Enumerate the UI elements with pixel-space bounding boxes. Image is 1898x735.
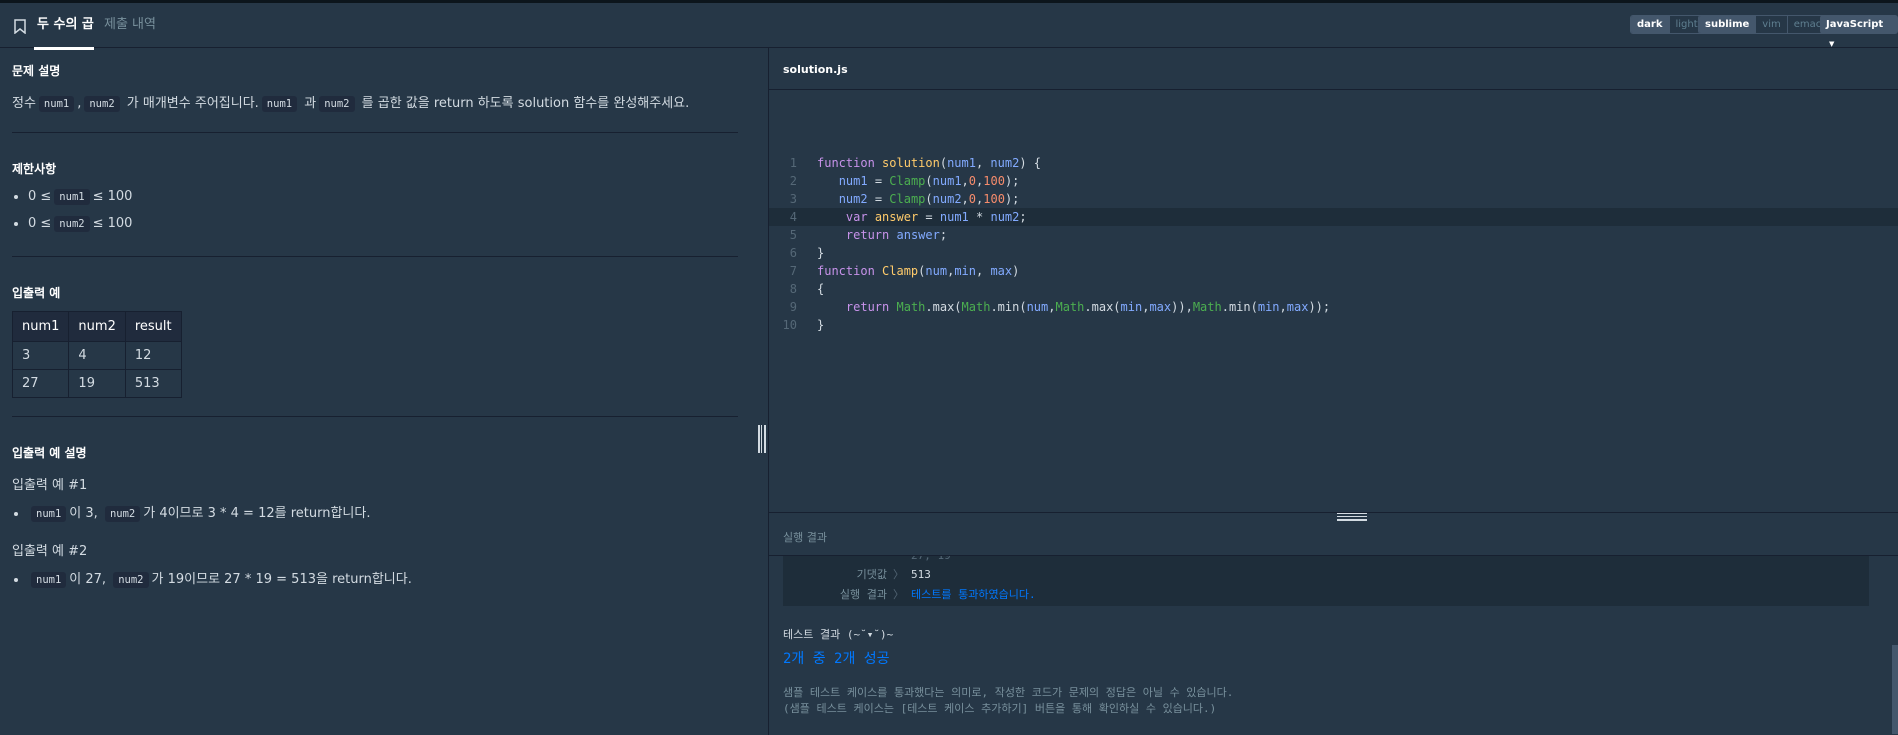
result-note: 샘플 테스트 케이스를 통과했다는 의미로, 작성한 코드가 문제의 정답은 아… [783,686,1234,699]
list-item: num1이 3, num2가 4이므로 3 * 4 = 12를 return합니… [28,503,370,530]
table-row: 3 4 12 [11,341,182,370]
test-case-box: 27, 19 기댓값 〉 513 실행 결과 〉 테스트를 통과하였습니다. [783,556,1869,606]
case-row-result: 실행 결과 〉 테스트를 통과하였습니다. [839,588,1036,601]
table-header-cell: num2 [68,311,126,342]
theme-toggle: dark light [1630,15,1705,34]
table-header-row: num1 num2 result [11,311,182,342]
io-table: num1 num2 result 3 4 12 27 19 513 [11,311,182,398]
section-title-io: 입출력 예 [12,286,61,300]
case-row: 27, 19 [783,556,1283,565]
tab-submissions[interactable]: 제출 내역 [104,15,156,35]
section-title-description: 문제 설명 [12,64,61,78]
table-header-cell: num1 [11,311,70,342]
keymap-vim-button[interactable]: vim [1756,16,1788,33]
code-line[interactable]: 7 function Clamp(num,min, max) [769,262,1898,280]
vertical-resize-handle[interactable] [758,425,766,453]
divider [12,256,738,257]
result-title: 실행 결과 [783,531,827,544]
top-bar: 두 수의 곱 제출 내역 dark light sublime vim emac… [0,0,1898,50]
caret-down-icon: ▼ [1829,40,1835,48]
section-title-io-explain: 입출력 예 설명 [12,446,87,460]
list-item: 0 ≤num2≤ 100 [28,213,132,240]
code-line[interactable]: 9 return Math.max(Math.min(num,Math.max(… [769,298,1898,316]
problem-description: 정수 num1, num2 가 매개변수 주어집니다. num1 과 num2 를 곱한… [12,96,690,112]
test-summary: 2개 중 2개 성공 [783,651,890,667]
table-header-cell: result [124,311,182,342]
case-row-expected: 기댓값 〉 513 [856,568,931,581]
result-note: (샘플 테스트 케이스는 [테스트 케이스 추가하기] 버튼을 통해 확인하실 … [783,702,1217,715]
table-cell: 12 [124,341,182,370]
keymap-toggle: sublime vim emacs [1698,15,1834,34]
table-cell: 27 [11,369,70,398]
code-line[interactable]: 10} [769,316,1898,334]
result-scrollbar[interactable] [1892,645,1898,734]
file-name: solution.js [783,63,848,76]
example-list: num1이 3, num2가 4이므로 3 * 4 = 12를 return합니… [12,503,370,530]
divider [12,132,738,133]
example-label: 입출력 예 #1 [12,478,88,493]
table-cell: 3 [11,341,70,370]
code-editor[interactable]: 1 function solution(num1, num2) { 2 num1 … [769,90,1898,512]
example-label: 입출력 예 #2 [12,544,88,559]
result-output: 27, 19 기댓값 〉 513 실행 결과 〉 테스트를 통과하였습니다. 테… [769,556,1898,735]
table-cell: 19 [68,369,126,398]
table-row: 27 19 513 [11,369,182,398]
code-line[interactable]: 8{ [769,280,1898,298]
editor-panel: solution.js 1 function solution(num1, num… [768,48,1898,735]
language-select-value: JavaScript [1826,19,1884,30]
bookmark-icon[interactable] [14,19,26,34]
table-cell: 513 [124,369,182,398]
theme-dark-button[interactable]: dark [1631,16,1670,33]
tab-problem[interactable]: 두 수의 곱 [37,15,94,35]
list-item: num1이 27, num2가 19이므로 27 * 19 = 513을 ret… [28,569,412,596]
example-list: num1이 27, num2가 19이므로 27 * 19 = 513을 ret… [12,569,412,596]
code-line[interactable]: 2 num1 = Clamp(num1,0,100); [769,172,1898,190]
section-title-constraints: 제한사항 [12,162,57,176]
divider [12,416,738,417]
code-line[interactable]: 5 return answer; [769,226,1898,244]
constraints-list: 0 ≤num1≤ 100 0 ≤num2≤ 100 [12,186,132,240]
code-line[interactable]: 6} [769,244,1898,262]
table-cell: 4 [68,341,126,370]
result-header: 실행 결과 [769,512,1898,556]
editor-header: solution.js [769,48,1898,90]
test-result-label: 테스트 결과 (~˘▾˘)~ [783,628,894,641]
code-line[interactable]: 3 num2 = Clamp(num2,0,100); [769,190,1898,208]
code-line-active[interactable]: 4 var answer = num1 * num2; [769,208,1898,226]
list-item: 0 ≤num1≤ 100 [28,186,132,213]
language-select[interactable]: JavaScript ▼ [1820,15,1898,48]
code-line[interactable]: 1 function solution(num1, num2) { [769,154,1898,172]
problem-panel: 문제 설명 정수 num1, num2 가 매개변수 주어집니다. num1 과 num… [0,48,768,735]
keymap-sublime-button[interactable]: sublime [1699,16,1757,33]
